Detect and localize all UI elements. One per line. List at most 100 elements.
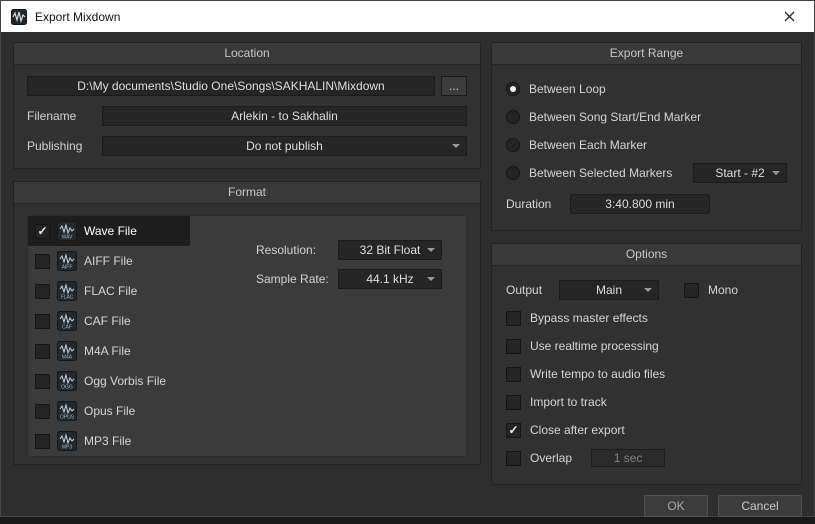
checkbox-row-use-realtime-processing[interactable]: Use realtime processing	[506, 332, 787, 360]
checkbox-row-bypass-master-effects[interactable]: Bypass master effects	[506, 304, 787, 332]
path-row: D:\My documents\Studio One\Songs\SAKHALI…	[27, 76, 467, 96]
mp3-file-icon: MP3	[57, 431, 77, 451]
left-column: Location D:\My documents\Studio One\Song…	[13, 42, 481, 517]
m4a-file-icon: M4A	[57, 341, 77, 361]
format-panel: WAV Wave File AIFF	[27, 215, 467, 457]
svg-text:OPUS: OPUS	[60, 415, 75, 421]
close-after-export-checkbox[interactable]	[506, 423, 521, 438]
export-path-field[interactable]: D:\My documents\Studio One\Songs\SAKHALI…	[27, 76, 435, 96]
radio-row-between-each-marker[interactable]: Between Each Marker	[506, 131, 787, 159]
publishing-dropdown[interactable]: Do not publish	[102, 136, 467, 156]
aiff-file-icon: AIFF	[57, 251, 77, 271]
output-row: Output Main Mono	[506, 276, 787, 304]
between-loop-radio[interactable]	[506, 82, 520, 96]
sample-rate-label: Sample Rate:	[256, 272, 338, 286]
chevron-down-icon	[427, 277, 435, 281]
mono-checkbox[interactable]	[684, 283, 699, 298]
format-settings: Resolution: 32 Bit Float Sample Rate: 44…	[190, 216, 466, 456]
duration-row: Duration 3:40.800 min	[506, 190, 787, 218]
overlap-duration-field[interactable]: 1 sec	[591, 449, 665, 467]
checkbox-row-close-after-export[interactable]: Close after export	[506, 416, 787, 444]
checkbox-row-overlap[interactable]: Overlap 1 sec	[506, 444, 787, 472]
output-value: Main	[596, 283, 622, 297]
cancel-button[interactable]: Cancel	[718, 495, 802, 517]
close-button[interactable]	[774, 1, 804, 32]
footer: OK Cancel	[491, 485, 802, 517]
duration-label: Duration	[506, 197, 570, 211]
browse-button[interactable]: ...	[441, 76, 467, 96]
filename-label: Filename	[27, 109, 102, 123]
overlap-checkbox[interactable]	[506, 451, 521, 466]
svg-text:WAV: WAV	[62, 235, 73, 241]
format-row-mp3-file[interactable]: MP3 MP3 File	[28, 426, 190, 456]
overlap-label: Overlap	[530, 451, 572, 465]
flac-file-checkbox[interactable]	[35, 284, 50, 299]
app-icon	[11, 9, 27, 25]
output-label: Output	[506, 283, 550, 297]
output-dropdown[interactable]: Main	[559, 280, 659, 300]
svg-text:M4A: M4A	[62, 355, 73, 361]
chevron-down-icon	[427, 248, 435, 252]
checkbox-label: Bypass master effects	[530, 311, 648, 325]
format-row-m4a-file[interactable]: M4A M4A File	[28, 336, 190, 366]
radio-label: Between Song Start/End Marker	[529, 110, 701, 124]
bypass-master-effects-checkbox[interactable]	[506, 311, 521, 326]
format-label: Opus File	[84, 404, 135, 418]
window-title: Export Mixdown	[35, 10, 120, 24]
format-group: Format WAV Wave F	[13, 181, 481, 465]
opus-file-checkbox[interactable]	[35, 404, 50, 419]
format-row-wave-file[interactable]: WAV Wave File	[28, 216, 190, 246]
checkbox-row-write-tempo-to-audio-files[interactable]: Write tempo to audio files	[506, 360, 787, 388]
resolution-row: Resolution: 32 Bit Float	[256, 240, 444, 260]
svg-text:CAF: CAF	[62, 325, 72, 331]
format-row-opus-file[interactable]: OPUS Opus File	[28, 396, 190, 426]
flac-file-icon: FLAC	[57, 281, 77, 301]
mp3-file-checkbox[interactable]	[35, 434, 50, 449]
radio-row-between-selected-markers[interactable]: Between Selected Markers Start - #2	[506, 159, 787, 187]
caf-file-checkbox[interactable]	[35, 314, 50, 329]
ok-button[interactable]: OK	[644, 495, 708, 517]
sample-rate-dropdown[interactable]: 44.1 kHz	[338, 269, 442, 289]
titlebar: Export Mixdown	[1, 1, 814, 32]
chevron-down-icon	[772, 171, 780, 175]
between-song-start-end-radio[interactable]	[506, 110, 520, 124]
format-label: Wave File	[84, 224, 137, 238]
write-tempo-to-audio-files-checkbox[interactable]	[506, 367, 521, 382]
checkbox-row-import-to-track[interactable]: Import to track	[506, 388, 787, 416]
ogg-vorbis-file-checkbox[interactable]	[35, 374, 50, 389]
format-row-caf-file[interactable]: CAF CAF File	[28, 306, 190, 336]
resolution-dropdown[interactable]: 32 Bit Float	[338, 240, 442, 260]
radio-label: Between Loop	[529, 82, 606, 96]
filename-row: Filename Arlekin - to Sakhalin	[27, 106, 467, 126]
location-header: Location	[14, 43, 480, 65]
caf-file-icon: CAF	[57, 311, 77, 331]
format-row-aiff-file[interactable]: AIFF AIFF File	[28, 246, 190, 276]
import-to-track-checkbox[interactable]	[506, 395, 521, 410]
format-row-ogg-vorbis-file[interactable]: OGG Ogg Vorbis File	[28, 366, 190, 396]
radio-label: Between Each Marker	[529, 138, 647, 152]
wave-file-icon: WAV	[57, 221, 77, 241]
publishing-value: Do not publish	[246, 139, 323, 153]
opus-file-icon: OPUS	[57, 401, 77, 421]
resolution-label: Resolution:	[256, 243, 338, 257]
m4a-file-checkbox[interactable]	[35, 344, 50, 359]
radio-row-between-loop[interactable]: Between Loop	[506, 75, 787, 103]
format-label: FLAC File	[84, 284, 137, 298]
use-realtime-processing-checkbox[interactable]	[506, 339, 521, 354]
format-label: CAF File	[84, 314, 131, 328]
wave-file-checkbox[interactable]	[35, 224, 50, 239]
right-column: Export Range Between Loop Between Song S…	[491, 42, 802, 517]
filename-field[interactable]: Arlekin - to Sakhalin	[102, 106, 467, 126]
dialog-content: Location D:\My documents\Studio One\Song…	[1, 32, 814, 524]
between-selected-markers-radio[interactable]	[506, 166, 520, 180]
format-row-flac-file[interactable]: FLAC FLAC File	[28, 276, 190, 306]
radio-row-between-song-start-end-marker[interactable]: Between Song Start/End Marker	[506, 103, 787, 131]
options-body: Output Main Mono Bypass master effects	[492, 266, 801, 484]
checkbox-label: Close after export	[530, 423, 625, 437]
duration-value: 3:40.800 min	[570, 194, 710, 214]
marker-range-dropdown[interactable]: Start - #2	[693, 163, 787, 183]
svg-text:OGG: OGG	[61, 385, 73, 391]
aiff-file-checkbox[interactable]	[35, 254, 50, 269]
sample-rate-row: Sample Rate: 44.1 kHz	[256, 269, 444, 289]
between-each-marker-radio[interactable]	[506, 138, 520, 152]
